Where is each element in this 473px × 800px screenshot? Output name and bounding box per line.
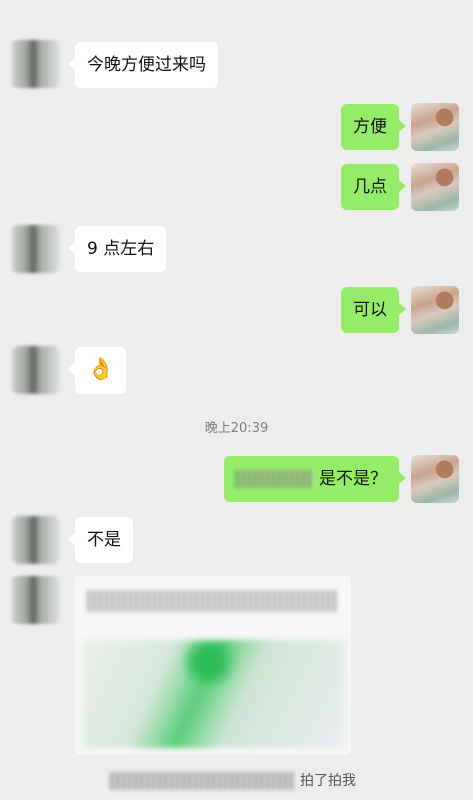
sent-message-bubble[interactable]: 几点: [341, 164, 406, 210]
my-avatar[interactable]: [411, 455, 459, 503]
contact-avatar[interactable]: [12, 225, 60, 273]
message-text: 今晚方便过来吗: [87, 55, 206, 75]
shared-image-card[interactable]: [75, 576, 351, 754]
contact-avatar[interactable]: [12, 346, 60, 394]
message-text: 9 点左右: [87, 239, 155, 259]
received-message-bubble[interactable]: 今晚方便过来吗: [68, 42, 218, 88]
redacted-text: [235, 470, 314, 488]
blurred-image: [83, 640, 345, 748]
my-avatar[interactable]: [411, 103, 459, 151]
message-text: 几点: [353, 177, 387, 197]
message-text: 可以: [353, 300, 387, 320]
contact-avatar[interactable]: [12, 40, 60, 88]
redacted-name: [110, 772, 294, 790]
sent-message-bubble[interactable]: 方便: [341, 104, 406, 150]
message-timestamp: 晚上20:39: [204, 421, 269, 436]
message-text: 不是: [87, 530, 121, 550]
redacted-caption: [87, 590, 337, 612]
ok-hand-emoji: 👌: [87, 357, 115, 382]
pat-text: 拍了拍我: [300, 773, 356, 789]
message-text: 方便: [353, 117, 387, 137]
sent-message-bubble[interactable]: 可以: [341, 287, 406, 333]
received-message-bubble[interactable]: 👌: [67, 347, 127, 394]
received-message-bubble[interactable]: 不是: [68, 517, 133, 563]
sent-message-bubble[interactable]: 是不是？: [223, 456, 407, 502]
my-avatar[interactable]: [411, 163, 459, 211]
my-avatar[interactable]: [411, 286, 459, 334]
message-text: 是不是？: [319, 469, 387, 489]
contact-avatar[interactable]: [12, 516, 60, 564]
received-message-bubble[interactable]: 9 点左右: [67, 226, 167, 272]
contact-avatar[interactable]: [12, 576, 60, 624]
